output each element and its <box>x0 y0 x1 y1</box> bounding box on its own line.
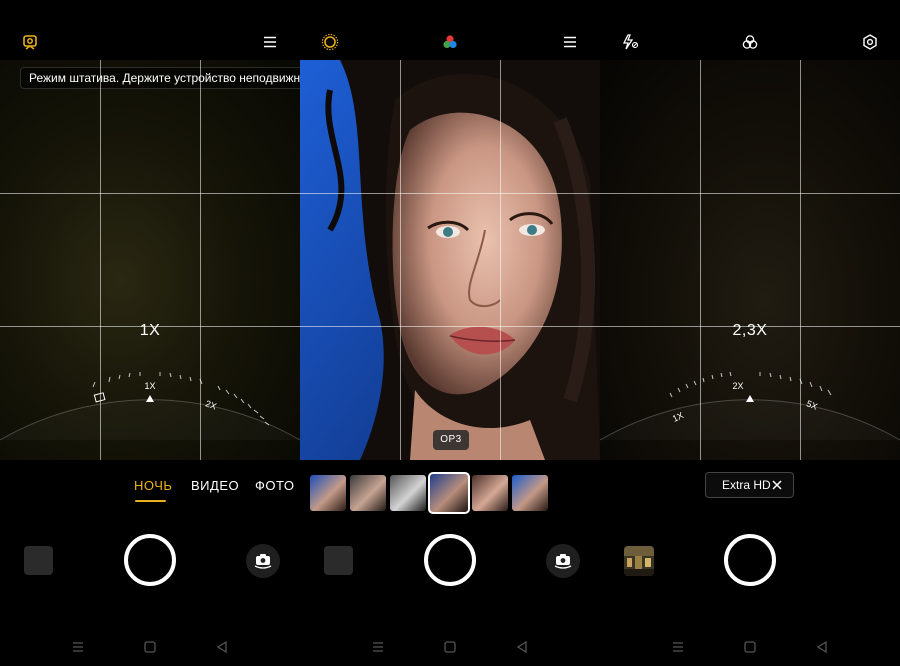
grid-line <box>500 60 501 460</box>
top-bar <box>300 22 600 62</box>
shutter-button[interactable] <box>424 534 476 586</box>
recents-icon[interactable] <box>371 640 385 654</box>
extra-hd-screen: 2,3X 1X 2X 5X Extra HD <box>600 0 900 666</box>
nav-bar <box>600 636 900 660</box>
mode-selector: НОЧЬ ВИДЕО ФОТО <box>0 474 300 504</box>
extra-hd-label: Extra HD <box>722 478 771 492</box>
home-icon[interactable] <box>143 640 157 654</box>
switch-camera-button[interactable] <box>546 544 580 578</box>
filter-thumbnail-selected[interactable] <box>428 472 470 514</box>
active-mode-indicator <box>135 500 166 502</box>
zoom-level: 1X <box>139 322 161 339</box>
camera-viewfinder[interactable]: 2,3X 1X 2X 5X <box>600 60 900 460</box>
menu-icon[interactable] <box>258 22 282 62</box>
filters-icon[interactable] <box>738 22 762 62</box>
dial-label: 1X <box>144 381 155 391</box>
menu-icon[interactable] <box>558 22 582 62</box>
gallery-thumbnail[interactable] <box>624 546 654 576</box>
filter-screen: OP3 <box>300 0 600 666</box>
back-icon[interactable] <box>515 640 529 654</box>
night-mode-screen: Режим штатива. Держите устройство неподв… <box>0 0 300 666</box>
top-bar <box>0 22 300 62</box>
wide-lens-icon <box>93 392 106 403</box>
grid-line <box>300 326 600 327</box>
top-bar <box>600 22 900 62</box>
filter-thumbnail[interactable] <box>390 475 426 511</box>
dial-label: 2X <box>732 381 743 391</box>
close-icon[interactable] <box>769 477 785 493</box>
filter-strip <box>310 472 600 514</box>
sun-filter-icon[interactable] <box>318 22 342 62</box>
switch-camera-icon <box>254 554 272 569</box>
mode-video[interactable]: ВИДЕО <box>191 478 239 493</box>
filter-thumbnail[interactable] <box>310 475 346 511</box>
zoom-dial[interactable]: 1X 2X 5X <box>600 350 900 460</box>
camera-viewfinder[interactable]: OP3 <box>300 60 600 460</box>
dial-pointer-icon <box>746 395 754 402</box>
shutter-button[interactable] <box>724 534 776 586</box>
switch-camera-button[interactable] <box>246 544 280 578</box>
recents-icon[interactable] <box>71 640 85 654</box>
filter-thumbnail[interactable] <box>512 475 548 511</box>
dial-pointer-icon <box>146 395 154 402</box>
settings-icon[interactable] <box>858 22 882 62</box>
mode-night[interactable]: НОЧЬ <box>134 478 172 493</box>
zoom-dial[interactable]: 1X 2X <box>0 350 300 460</box>
extra-hd-chip[interactable]: Extra HD <box>705 472 794 498</box>
shutter-button[interactable] <box>124 534 176 586</box>
filter-thumbnail[interactable] <box>350 475 386 511</box>
camera-viewfinder[interactable]: Режим штатива. Держите устройство неподв… <box>0 60 300 460</box>
nav-bar <box>300 636 600 660</box>
back-icon[interactable] <box>815 640 829 654</box>
grid-line <box>400 60 401 460</box>
gallery-thumbnail[interactable] <box>324 546 353 575</box>
mode-photo[interactable]: ФОТО <box>255 478 294 493</box>
tripod-toast: Режим штатива. Держите устройство неподв… <box>20 67 300 89</box>
grid-line <box>300 193 600 194</box>
recents-icon[interactable] <box>671 640 685 654</box>
gallery-thumbnail[interactable] <box>24 546 53 575</box>
home-icon[interactable] <box>443 640 457 654</box>
back-icon[interactable] <box>215 640 229 654</box>
grid-line <box>0 193 300 194</box>
switch-camera-icon <box>554 554 572 569</box>
zoom-level: 2,3X <box>732 322 768 339</box>
flash-off-icon[interactable] <box>618 22 642 62</box>
grid-line <box>600 193 900 194</box>
home-icon[interactable] <box>743 640 757 654</box>
filter-thumbnail[interactable] <box>472 475 508 511</box>
portrait-preview <box>300 60 600 460</box>
filter-name-badge: OP3 <box>433 430 469 450</box>
color-filter-icon[interactable] <box>438 22 462 62</box>
nav-bar <box>0 636 300 660</box>
tripod-mode-icon[interactable] <box>18 22 42 62</box>
